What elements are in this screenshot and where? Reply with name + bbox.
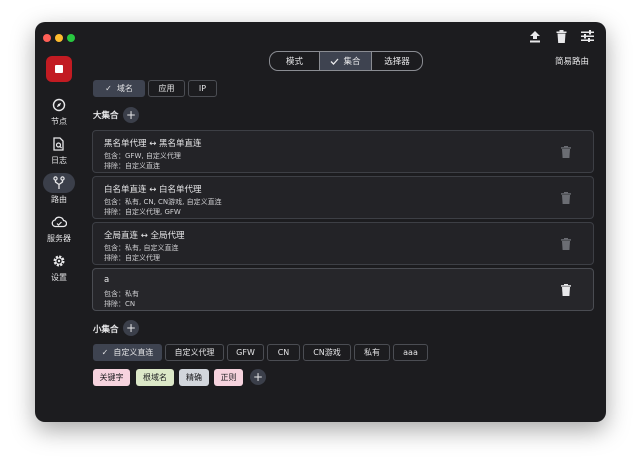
big-sets-title: 大集合 <box>93 111 119 121</box>
card-title: 全局直连 ↔ 全局代理 <box>104 231 185 241</box>
card-include: 包含：私有, 自定义直连 <box>104 244 179 252</box>
chip-label: 自定义直连 <box>113 348 154 357</box>
stop-icon <box>55 65 63 73</box>
segment-sets[interactable]: 集合 <box>319 52 372 70</box>
trash-icon[interactable] <box>560 191 572 205</box>
sidebar-item-label: 日志 <box>51 156 67 165</box>
app-logo[interactable] <box>46 56 72 82</box>
card-include: 包含：私有 <box>104 290 139 298</box>
add-rule-button[interactable]: + <box>250 369 266 385</box>
close-window-button[interactable] <box>43 34 51 42</box>
card-exclude: 排除：自定义代理 <box>104 254 160 262</box>
check-icon: ✓ <box>101 348 109 357</box>
sidebar: 节点 日志 路由 服务器 设置 <box>35 54 83 422</box>
upload-icon[interactable] <box>528 29 542 43</box>
trash-icon[interactable] <box>560 237 572 251</box>
small-set-chip[interactable]: GFW <box>227 344 264 361</box>
small-set-chip[interactable]: aaa <box>393 344 428 361</box>
card-title: a <box>104 275 110 285</box>
card-exclude: 排除：CN <box>104 300 136 308</box>
cloud-icon <box>43 212 75 232</box>
trash-icon[interactable] <box>560 283 572 297</box>
card-include: 包含：私有, CN, CN游戏, 自定义直连 <box>104 198 222 206</box>
small-set-chip[interactable]: CN <box>267 344 300 361</box>
trash-icon[interactable] <box>560 145 572 159</box>
gear-icon <box>43 251 75 271</box>
tag-keyword[interactable]: 关键字 <box>93 369 130 386</box>
small-set-chip[interactable]: 私有 <box>354 344 390 361</box>
small-set-chip[interactable]: CN游戏 <box>303 344 351 361</box>
big-set-card[interactable]: 黑名单代理 ↔ 黑名单直连 包含：GFW, 自定义代理 排除：自定义直连 <box>92 130 594 173</box>
segment-mode[interactable]: 模式 <box>270 52 319 70</box>
window-controls <box>43 34 75 42</box>
add-small-set-button[interactable]: + <box>123 320 139 336</box>
minimize-window-button[interactable] <box>55 34 63 42</box>
big-set-card[interactable]: 白名单直连 ↔ 白名单代理 包含：私有, CN, CN游戏, 自定义直连 排除：… <box>92 176 594 219</box>
sidebar-item-label: 服务器 <box>47 234 71 243</box>
check-icon: ✓ <box>105 84 112 93</box>
card-exclude: 排除：自定义直连 <box>104 162 160 170</box>
toolbar <box>528 29 594 43</box>
sliders-icon[interactable] <box>580 29 594 43</box>
segment-selector[interactable]: 选择器 <box>372 52 422 70</box>
sidebar-item-label: 设置 <box>51 273 67 282</box>
sidebar-item-nodes[interactable]: 节点 <box>35 95 83 127</box>
tag-root-domain[interactable]: 根域名 <box>136 369 174 386</box>
small-sets-title: 小集合 <box>93 325 119 335</box>
fork-icon <box>43 173 75 193</box>
sidebar-item-label: 节点 <box>51 117 67 126</box>
app-window: 节点 日志 路由 服务器 设置 模式 集合 选择器 简易路由 ✓ 域名 应用 I… <box>35 22 606 422</box>
compass-icon <box>43 95 75 115</box>
check-icon <box>331 58 339 65</box>
sidebar-item-routing[interactable]: 路由 <box>35 173 83 205</box>
document-search-icon <box>43 134 75 154</box>
small-set-chip[interactable]: ✓ 自定义直连 <box>93 344 162 361</box>
tag-exact[interactable]: 精确 <box>179 369 209 386</box>
big-set-card[interactable]: a 包含：私有 排除：CN <box>92 268 594 311</box>
sidebar-item-servers[interactable]: 服务器 <box>35 212 83 244</box>
card-title: 白名单直连 ↔ 白名单代理 <box>104 185 202 195</box>
sidebar-item-label: 路由 <box>51 195 67 204</box>
page-title: 简易路由 <box>554 57 589 67</box>
mode-segmented-control: 模式 集合 选择器 <box>269 51 423 71</box>
segment-label: 集合 <box>343 57 361 67</box>
big-set-card[interactable]: 全局直连 ↔ 全局代理 包含：私有, 自定义直连 排除：自定义代理 <box>92 222 594 265</box>
zoom-window-button[interactable] <box>67 34 75 42</box>
small-set-chip[interactable]: 自定义代理 <box>165 344 224 361</box>
card-include: 包含：GFW, 自定义代理 <box>104 152 181 160</box>
add-big-set-button[interactable]: + <box>123 107 139 123</box>
type-tab-ip[interactable]: IP <box>188 80 217 97</box>
type-tab-domain[interactable]: ✓ 域名 <box>93 80 145 97</box>
trash-icon[interactable] <box>554 29 568 43</box>
type-tab-app[interactable]: 应用 <box>148 80 185 97</box>
tag-regex[interactable]: 正则 <box>214 369 243 386</box>
sidebar-item-logs[interactable]: 日志 <box>35 134 83 166</box>
card-title: 黑名单代理 ↔ 黑名单直连 <box>104 139 202 149</box>
card-exclude: 排除：自定义代理, GFW <box>104 208 181 216</box>
type-tab-label: 域名 <box>116 84 133 93</box>
sidebar-item-settings[interactable]: 设置 <box>35 251 83 283</box>
